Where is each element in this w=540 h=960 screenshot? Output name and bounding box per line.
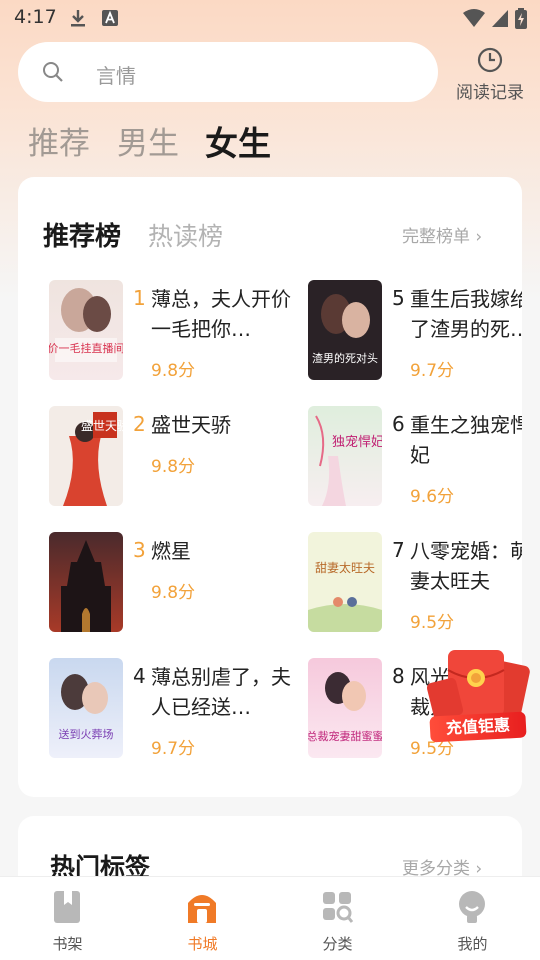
book-cover — [49, 532, 123, 632]
reading-history-button[interactable]: 阅读记录 — [450, 44, 530, 103]
tab-male[interactable]: 男生 — [117, 118, 179, 163]
book-rank-number: 1 — [133, 286, 146, 310]
book-rank-number: 6 — [392, 412, 405, 436]
full-list-link[interactable]: 完整榜单 › — [402, 222, 482, 247]
profile-icon — [459, 891, 485, 923]
book-title: 燃星 — [151, 539, 191, 563]
book-item[interactable]: 渣男的死对头 5 重生后我嫁给了渣男的死… 9.7分 — [308, 280, 522, 384]
cover-title: 甜妻太旺夫 — [315, 560, 375, 575]
category-icon — [323, 892, 354, 923]
cover-title: 独宠悍妃 — [332, 434, 382, 450]
book-item[interactable]: 开价一毛挂直播间了 1 薄总，夫人开价一毛把你… 9.8分 — [49, 280, 309, 384]
search-icon — [43, 62, 63, 82]
book-item[interactable]: 独宠悍妃 6 重生之独宠悍妃 9.6分 — [308, 406, 522, 510]
book-cover: 盛世天骄 — [49, 406, 123, 506]
clock-icon — [477, 47, 503, 73]
book-title: 重生后我嫁给了渣男的死… — [410, 287, 522, 341]
search-placeholder: 言情 — [96, 64, 136, 88]
search-input[interactable]: 言情 — [18, 42, 438, 102]
book-cover: 独宠悍妃 — [308, 406, 382, 506]
book-title: 薄总，夫人开价一毛把你… — [151, 287, 291, 341]
book-score: 9.7分 — [151, 739, 196, 759]
book-item[interactable]: 甜妻太旺夫 7 八零宠婚：萌妻太旺夫(拆… 9.5分 — [308, 532, 522, 636]
nav-label: 分类 — [322, 935, 353, 953]
promo-label: 充值钜惠 — [429, 711, 527, 743]
book-item[interactable]: 送到火葬场 4 薄总别虐了，夫人已经送… 9.7分 — [49, 658, 309, 762]
bottom-nav: 书架 书城 分类 我的 — [0, 876, 540, 960]
nav-bookshelf[interactable]: 书架 — [0, 877, 135, 960]
cover-title: 盛世天骄 — [81, 418, 123, 433]
wifi-icon — [463, 9, 485, 27]
book-cover: 渣男的死对头 — [308, 280, 382, 380]
tab-recommended[interactable]: 推荐 — [28, 118, 90, 163]
book-score: 9.8分 — [151, 457, 196, 477]
book-title: 八零宠婚：萌妻太旺夫(拆… — [410, 539, 522, 593]
book-title: 重生之独宠悍妃 — [410, 413, 522, 467]
book-rank-number: 4 — [133, 664, 146, 688]
cover-title: 总裁宠妻甜蜜蜜 — [308, 729, 382, 743]
book-score: 9.7分 — [410, 361, 455, 381]
bookshelf-icon — [54, 891, 80, 923]
tab-recommend-rank[interactable]: 推荐榜 — [43, 216, 121, 253]
status-time: 4:17 — [14, 6, 57, 28]
tab-hot-rank[interactable]: 热读榜 — [148, 217, 223, 253]
font-notification-icon — [102, 10, 118, 26]
book-item[interactable]: 盛世天骄 2 盛世天骄 9.8分 — [49, 406, 309, 510]
book-cover: 送到火葬场 — [49, 658, 123, 758]
status-bar: 4:17 — [0, 0, 540, 36]
book-score: 9.5分 — [410, 613, 455, 633]
book-score: 9.8分 — [151, 361, 196, 381]
book-score: 9.8分 — [151, 583, 196, 603]
battery-icon — [515, 8, 527, 29]
nav-bookstore[interactable]: 书城 — [135, 877, 270, 960]
recharge-promo-button[interactable]: 充值钜惠 — [424, 646, 532, 743]
reading-history-label: 阅读记录 — [456, 83, 524, 103]
tab-female[interactable]: 女生 — [205, 117, 271, 165]
book-cover: 甜妻太旺夫 — [308, 532, 382, 632]
book-rank-number: 8 — [392, 664, 405, 688]
red-envelope-icon — [426, 650, 530, 721]
book-title: 薄总别虐了，夫人已经送… — [151, 665, 291, 719]
download-icon — [71, 10, 85, 27]
bookstore-icon — [188, 895, 216, 923]
book-cover: 开价一毛挂直播间了 — [49, 280, 123, 380]
cover-title: 送到火葬场 — [59, 727, 114, 741]
book-rank-number: 7 — [392, 538, 405, 562]
signal-icon — [492, 10, 508, 27]
book-title: 盛世天骄 — [151, 413, 231, 437]
nav-profile[interactable]: 我的 — [405, 877, 540, 960]
book-item[interactable]: 3 燃星 9.8分 — [49, 532, 309, 636]
nav-label: 我的 — [457, 935, 488, 953]
book-score: 9.6分 — [410, 487, 455, 507]
book-rank-number: 5 — [392, 286, 405, 310]
nav-label: 书城 — [187, 935, 218, 953]
nav-category[interactable]: 分类 — [270, 877, 405, 960]
cover-title: 开价一毛挂直播间了 — [49, 341, 123, 355]
book-cover: 总裁宠妻甜蜜蜜 — [308, 658, 382, 758]
nav-label: 书架 — [52, 935, 83, 953]
book-rank-number: 3 — [133, 538, 146, 562]
book-rank-number: 2 — [133, 412, 146, 436]
cover-title: 渣男的死对头 — [312, 351, 378, 365]
